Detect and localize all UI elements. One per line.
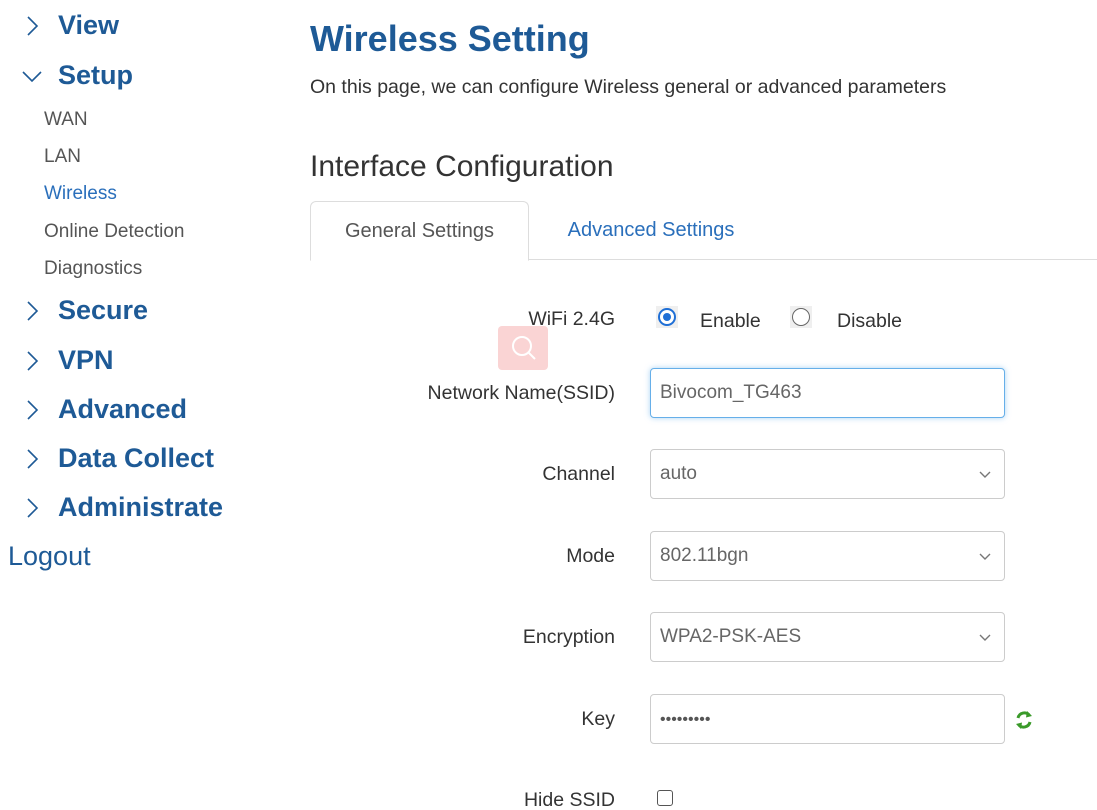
sidebar-group-view[interactable]: View [18,10,119,41]
sidebar-group-label: Advanced [58,394,188,424]
ssid-input[interactable]: Bivocom_TG463 [650,368,1005,418]
mode-label: Mode [566,545,615,567]
sidebar-group-label: Setup [58,60,134,90]
sidebar-group-label: View [58,10,120,40]
sidebar-item-diagnostics[interactable]: Diagnostics [44,258,142,280]
key-masked-value: ••••••••• [660,711,711,728]
sidebar-group-label: Administrate [58,492,224,522]
section-title: Interface Configuration [310,150,614,183]
channel-label: Channel [542,463,615,485]
wifi-enable-radio-wrap [656,306,678,328]
chevron-right-icon [18,493,46,523]
encryption-value: WPA2-PSK-AES [660,626,802,647]
sidebar-group-label: VPN [58,345,114,375]
sidebar-item-wan[interactable]: WAN [44,109,88,131]
sidebar-item-online-detection[interactable]: Online Detection [44,221,184,243]
channel-select[interactable]: auto [650,449,1005,499]
sidebar-item-lan[interactable]: LAN [44,146,81,168]
sidebar-item-wireless[interactable]: Wireless [44,183,117,205]
search-overlay-badge [498,326,548,370]
chevron-right-icon [18,296,46,326]
wifi-disable-radio-wrap [790,306,812,328]
mode-value: 802.11bgn [660,545,749,566]
sidebar-group-advanced[interactable]: Advanced [18,394,187,425]
channel-value: auto [660,463,697,484]
sidebar-group-setup[interactable]: Setup [18,60,133,91]
chevron-right-icon [18,444,46,474]
encryption-label: Encryption [522,626,615,648]
sidebar-group-vpn[interactable]: VPN [18,345,114,376]
wifi-disable-radio[interactable] [792,308,810,326]
key-input[interactable]: ••••••••• [650,694,1005,744]
wifi-enable-label[interactable]: Enable [700,310,761,333]
mode-select[interactable]: 802.11bgn [650,531,1005,581]
sidebar-group-label: Data Collect [58,443,215,473]
refresh-icon[interactable] [1014,709,1034,731]
ssid-value: Bivocom_TG463 [660,382,802,403]
hide-ssid-label: Hide SSID [523,789,615,810]
chevron-right-icon [18,395,46,425]
logout-link[interactable]: Logout [8,541,91,572]
sidebar-group-secure[interactable]: Secure [18,295,148,326]
sidebar-group-data-collect[interactable]: Data Collect [18,443,214,474]
sidebar-group-label: Secure [58,295,149,325]
chevron-down-icon [979,553,991,560]
wifi-enable-radio[interactable] [658,308,676,326]
tab-advanced-settings[interactable]: Advanced Settings [535,201,767,259]
chevron-right-icon [18,346,46,376]
page-title: Wireless Setting [310,18,590,59]
encryption-select[interactable]: WPA2-PSK-AES [650,612,1005,662]
ssid-label: Network Name(SSID) [427,382,615,404]
wifi-label: WiFi 2.4G [528,308,615,330]
search-icon [512,336,536,360]
page: View Setup WAN LAN Wireless Online Detec… [0,0,1097,810]
sidebar-group-administrate[interactable]: Administrate [18,492,223,523]
chevron-down-icon [979,634,991,641]
key-label: Key [581,708,615,730]
page-description: On this page, we can configure Wireless … [310,76,947,98]
chevron-right-icon [18,11,46,41]
chevron-down-icon [979,471,991,478]
wifi-disable-label[interactable]: Disable [837,310,902,333]
hide-ssid-checkbox[interactable] [657,790,673,806]
chevron-down-icon [18,61,46,91]
tab-general-settings[interactable]: General Settings [310,201,529,261]
